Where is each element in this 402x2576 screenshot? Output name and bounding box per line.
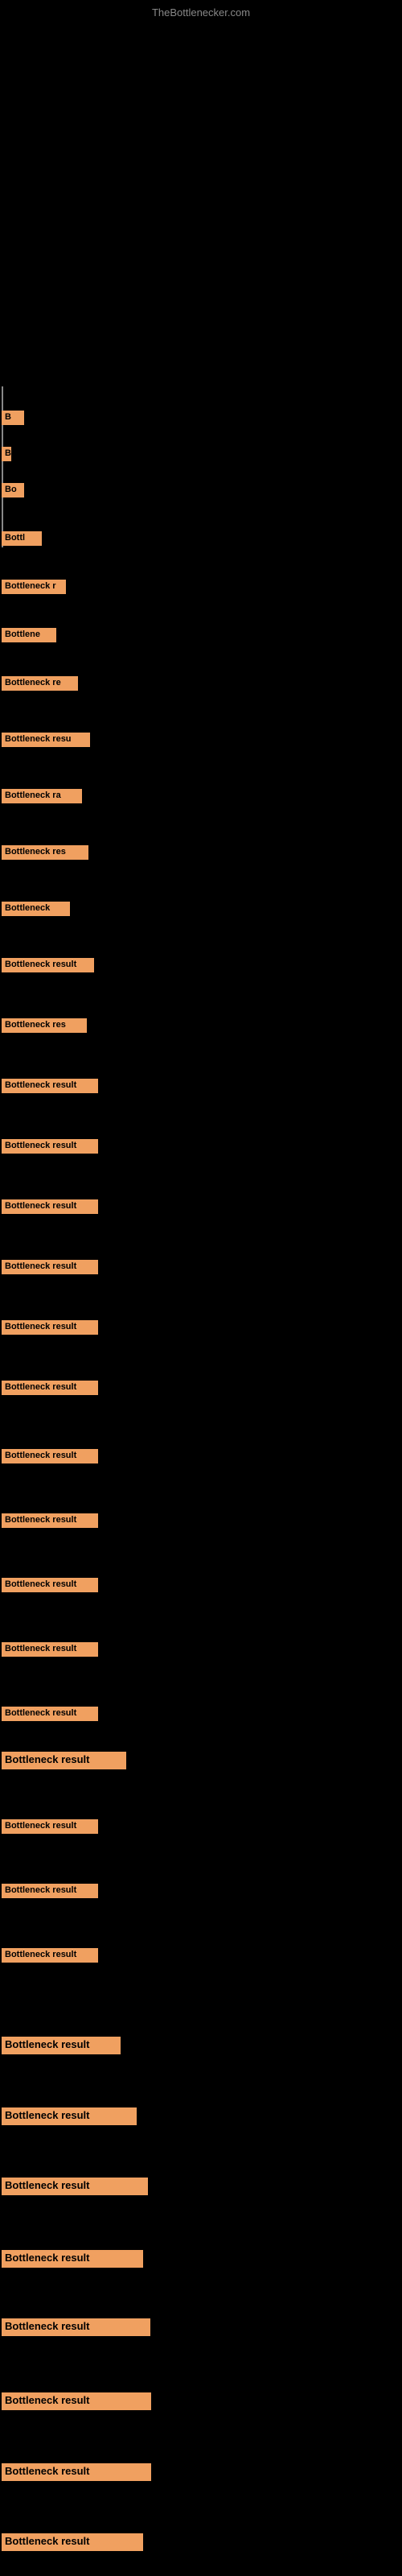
- bottleneck-result-label: Bottleneck result: [2, 1707, 98, 1721]
- bottleneck-result-label: Bottlene: [2, 628, 56, 642]
- bottleneck-result-label: Bottleneck result: [2, 1449, 98, 1463]
- site-title: TheBottlenecker.com: [152, 6, 250, 19]
- bottleneck-result-label: Bottleneck result: [2, 2392, 151, 2410]
- bottleneck-result-label: Bottleneck ra: [2, 789, 82, 803]
- bottleneck-result-label: Bottleneck result: [2, 1260, 98, 1274]
- bottleneck-result-label: Bottleneck resu: [2, 733, 90, 747]
- bottleneck-result-label: Bo: [2, 483, 24, 497]
- bottleneck-result-label: Bottleneck result: [2, 1513, 98, 1528]
- bottleneck-result-label: Bottleneck result: [2, 2178, 148, 2195]
- bottleneck-result-label: Bottleneck result: [2, 958, 94, 972]
- bottleneck-result-label: Bottleneck result: [2, 2107, 137, 2125]
- bottleneck-result-label: B: [2, 411, 24, 425]
- bottleneck-result-label: Bottleneck result: [2, 1199, 98, 1214]
- bottleneck-result-label: Bottleneck res: [2, 845, 88, 860]
- bottleneck-result-label: Bottleneck result: [2, 1948, 98, 1963]
- bottleneck-result-label: Bottleneck res: [2, 1018, 87, 1033]
- bottleneck-result-label: Bottleneck result: [2, 1381, 98, 1395]
- bottleneck-result-label: Bottleneck result: [2, 1578, 98, 1592]
- bottleneck-result-label: Bottleneck re: [2, 676, 78, 691]
- bottleneck-result-label: Bottleneck result: [2, 1079, 98, 1093]
- bottleneck-result-label: Bottleneck result: [2, 1819, 98, 1834]
- bottleneck-result-label: Bottleneck result: [2, 2037, 121, 2054]
- bottleneck-result-label: B: [2, 447, 11, 461]
- bottleneck-result-label: Bottleneck result: [2, 1139, 98, 1154]
- bottleneck-result-label: Bottleneck result: [2, 2318, 150, 2336]
- bottleneck-result-label: Bottleneck result: [2, 1752, 126, 1769]
- bottleneck-result-label: Bottleneck: [2, 902, 70, 916]
- bottleneck-result-label: Bottl: [2, 531, 42, 546]
- bottleneck-result-label: Bottleneck result: [2, 2463, 151, 2481]
- bottleneck-result-label: Bottleneck result: [2, 1884, 98, 1898]
- bottleneck-result-label: Bottleneck r: [2, 580, 66, 594]
- bottleneck-result-label: Bottleneck result: [2, 1320, 98, 1335]
- bottleneck-result-label: Bottleneck result: [2, 2533, 143, 2551]
- bottleneck-result-label: Bottleneck result: [2, 2250, 143, 2268]
- bottleneck-result-label: Bottleneck result: [2, 1642, 98, 1657]
- main-content: TheBottlenecker.com B B Bo Bottl Bottleneck …: [0, 0, 402, 2576]
